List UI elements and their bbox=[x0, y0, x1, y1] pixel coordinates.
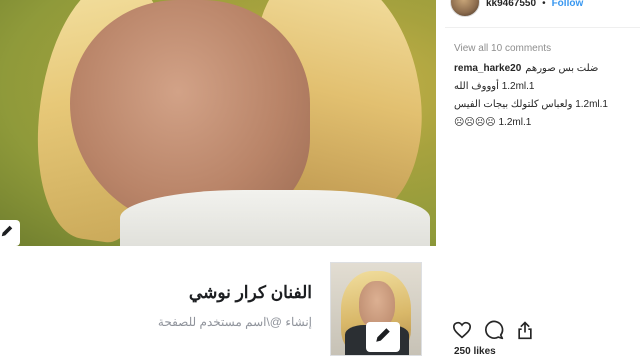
comments-list: rema_harke20 ضلت بس صورهم 1.2ml.1 أوووف ا… bbox=[454, 60, 634, 132]
photo-collar bbox=[120, 190, 430, 246]
heart-icon[interactable] bbox=[452, 321, 472, 339]
post-actions bbox=[452, 320, 534, 340]
comment-username[interactable]: rema_harke20 bbox=[454, 63, 521, 74]
pencil-icon bbox=[374, 326, 392, 349]
view-all-comments-link[interactable]: View all 10 comments bbox=[454, 43, 551, 54]
comment-item: 1.2ml.1 أوووف الله bbox=[454, 78, 634, 96]
separator-dot: • bbox=[542, 0, 546, 9]
username-link[interactable]: kk9467550 bbox=[486, 0, 536, 9]
comment-text: 1.2ml.1 أوووف الله bbox=[454, 81, 535, 92]
avatar[interactable] bbox=[450, 0, 480, 17]
post-header: kk9467550 • Follow bbox=[450, 0, 640, 17]
follow-button[interactable]: Follow bbox=[552, 0, 584, 9]
pencil-icon bbox=[0, 224, 14, 243]
create-username-link[interactable]: إنشاء @\اسم مستخدم للصفحة bbox=[120, 315, 312, 329]
edit-profile-picture-button[interactable] bbox=[366, 322, 400, 352]
comment-text: ضلت بس صورهم bbox=[525, 63, 599, 74]
edit-photo-button[interactable] bbox=[0, 220, 20, 246]
post-photo[interactable] bbox=[0, 0, 436, 246]
comment-item: 1.2ml.1 ولعباس كلتولك بيجات الفيس bbox=[454, 96, 634, 114]
comment-item: rema_harke20 ضلت بس صورهم bbox=[454, 60, 634, 78]
likes-count[interactable]: 250 likes bbox=[454, 346, 496, 357]
comment-text: 1.2ml.1 ولعباس كلتولك بيجات الفيس bbox=[454, 99, 608, 110]
comment-icon[interactable] bbox=[484, 320, 504, 340]
page-title[interactable]: الفنان كرار نوشي bbox=[150, 283, 312, 303]
header-divider bbox=[445, 27, 640, 28]
comment-text: 1.2ml.1 ☹☹☹☹ bbox=[454, 117, 532, 128]
comment-item: 1.2ml.1 ☹☹☹☹ bbox=[454, 114, 634, 132]
share-icon[interactable] bbox=[516, 320, 534, 340]
